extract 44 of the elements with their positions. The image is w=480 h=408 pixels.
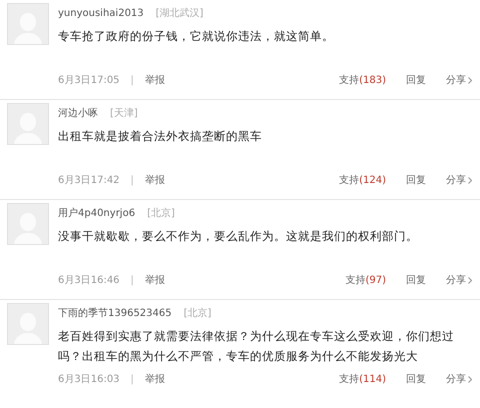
share-link[interactable]: 分享: [446, 372, 472, 386]
avatar-icon: [7, 103, 49, 145]
support-link[interactable]: 支持(114): [339, 372, 386, 386]
support-link[interactable]: 支持(97): [345, 273, 386, 287]
report-link[interactable]: 举报: [144, 372, 165, 386]
reply-link[interactable]: 回复: [406, 273, 426, 287]
chevron-right-icon: [468, 76, 472, 84]
separator: |: [130, 74, 134, 86]
support-link[interactable]: 支持(124): [339, 173, 386, 187]
timestamp: 6月3日16:03: [58, 373, 120, 386]
location: [湖北武汉]: [156, 6, 204, 20]
separator: |: [130, 274, 134, 286]
timestamp: 6月3日16:46: [58, 274, 120, 287]
chevron-right-icon: [468, 176, 472, 184]
location: [天津]: [110, 106, 138, 120]
chevron-right-icon: [468, 376, 472, 382]
share-link[interactable]: 分享: [446, 273, 472, 287]
share-link[interactable]: 分享: [446, 173, 472, 187]
location: [北京]: [147, 206, 175, 220]
separator: |: [130, 174, 134, 186]
reply-link[interactable]: 回复: [406, 173, 426, 187]
avatar-icon: [7, 3, 49, 45]
separator: |: [130, 374, 134, 384]
reply-link[interactable]: 回复: [406, 372, 426, 386]
username[interactable]: 河边小啄: [58, 106, 98, 120]
report-link[interactable]: 举报: [144, 173, 165, 187]
support-link[interactable]: 支持(183): [339, 73, 386, 87]
comment-text: 出租车就是披着合法外衣搞垄断的黑车: [58, 128, 263, 145]
location: [北京]: [184, 306, 212, 320]
comment-text: 老百姓得到实惠了就需要法律依据？为什么现在专车这么受欢迎，你们想过吗？出租车的黑为什么不严管，专车的优质服务为什么不能发扬光大: [58, 328, 455, 365]
reply-link[interactable]: 回复: [406, 73, 426, 87]
username[interactable]: yunyousihai2013: [58, 8, 144, 19]
username[interactable]: 用户4p40nyrjo6: [58, 206, 136, 220]
report-link[interactable]: 举报: [144, 73, 165, 87]
comment-text: 专车抢了政府的份子钱，它就说你违法，就这简单。: [58, 28, 335, 45]
username[interactable]: 下雨的季节1396523465: [58, 306, 172, 320]
share-link[interactable]: 分享: [446, 73, 472, 87]
avatar-icon: [7, 203, 49, 245]
avatar-icon: [7, 303, 49, 345]
chevron-right-icon: [468, 276, 472, 284]
timestamp: 6月3日17:42: [58, 174, 120, 187]
comment-text: 没事干就歇歇，要么不作为，要么乱作为。这就是我们的权利部门。: [58, 228, 419, 245]
timestamp: 6月3日17:05: [58, 74, 120, 87]
report-link[interactable]: 举报: [144, 273, 165, 287]
